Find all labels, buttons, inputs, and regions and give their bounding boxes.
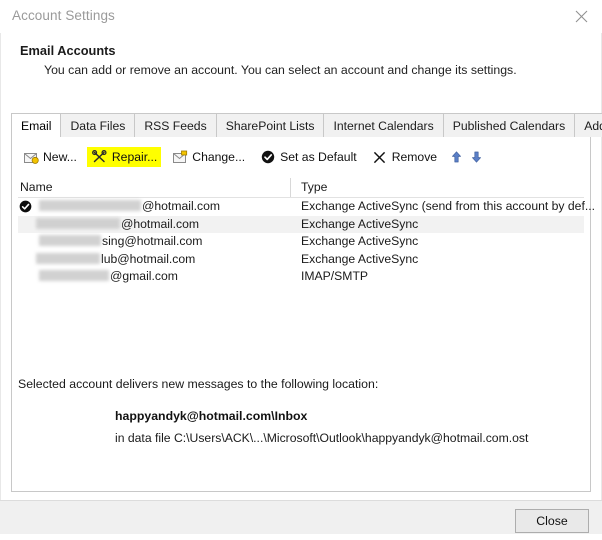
table-row[interactable]: @hotmail.com Exchange ActiveSync xyxy=(18,215,584,233)
account-type: Exchange ActiveSync xyxy=(301,251,419,266)
change-account-icon xyxy=(171,149,188,165)
tab-label: Data Files xyxy=(70,118,126,133)
toolbar-item-label: Repair... xyxy=(111,150,158,164)
table-row[interactable]: sing@hotmail.com Exchange ActiveSync xyxy=(18,233,584,251)
redacted-text xyxy=(36,217,120,229)
tab-strip: Email Data Files RSS Feeds SharePoint Li… xyxy=(11,113,602,138)
tab-label: Address Books xyxy=(584,118,602,133)
tab-label: SharePoint Lists xyxy=(225,118,315,133)
window-edge-left xyxy=(0,0,1,540)
account-name-suffix: sing@hotmail.com xyxy=(102,234,203,248)
table-row[interactable]: @gmail.com IMAP/SMTP xyxy=(18,268,584,286)
tab-label: Email xyxy=(21,118,52,133)
account-name: @hotmail.com xyxy=(36,217,199,232)
arrow-up-icon[interactable] xyxy=(447,147,465,167)
change-account-button[interactable]: Change... xyxy=(167,147,249,167)
delivery-location-label: Selected account delivers new messages t… xyxy=(18,377,379,391)
table-row[interactable]: lub@hotmail.com Exchange ActiveSync xyxy=(18,251,584,269)
delivery-location-value: happyandyk@hotmail.com\Inbox xyxy=(115,409,308,423)
tab-sharepoint-lists[interactable]: SharePoint Lists xyxy=(215,113,325,137)
check-circle-icon xyxy=(259,149,276,165)
default-account-check-icon xyxy=(19,200,32,213)
close-button[interactable]: Close xyxy=(515,509,589,533)
table-row[interactable]: @hotmail.com Exchange ActiveSync (send f… xyxy=(18,198,595,216)
new-mail-icon xyxy=(22,149,39,165)
toolbar-item-label: Change... xyxy=(192,150,246,164)
page-title: Email Accounts xyxy=(20,43,116,58)
account-name: lub@hotmail.com xyxy=(36,252,195,267)
arrow-down-icon[interactable] xyxy=(467,147,485,167)
accounts-list[interactable]: Name Type @hotmail.com Exchange ActiveSy… xyxy=(18,178,595,328)
account-name-suffix: @hotmail.com xyxy=(121,216,200,231)
tab-label: RSS Feeds xyxy=(144,118,207,133)
redacted-text xyxy=(39,200,141,211)
account-name: @hotmail.com xyxy=(39,199,220,214)
new-account-button[interactable]: New... xyxy=(18,147,81,167)
tab-internet-calendars[interactable]: Internet Calendars xyxy=(323,113,444,137)
toolbar-item-label: Set as Default xyxy=(280,150,357,164)
window-title: Account Settings xyxy=(12,8,115,23)
tab-rss-feeds[interactable]: RSS Feeds xyxy=(134,113,217,137)
tab-label: Published Calendars xyxy=(452,118,566,133)
account-name-suffix: lub@hotmail.com xyxy=(101,251,196,266)
redacted-text xyxy=(36,252,100,264)
account-type: Exchange ActiveSync xyxy=(301,216,419,231)
tab-data-files[interactable]: Data Files xyxy=(60,113,136,137)
accounts-toolbar: New... Repair... Change... Set as Defaul… xyxy=(12,145,590,169)
account-name-suffix: @gmail.com xyxy=(110,269,178,283)
account-type: Exchange ActiveSync xyxy=(301,234,419,248)
account-name: sing@hotmail.com xyxy=(39,234,202,249)
account-name: @gmail.com xyxy=(39,269,178,284)
repair-button[interactable]: Repair... xyxy=(86,147,162,167)
repair-tools-icon xyxy=(91,149,108,165)
title-bar: Account Settings xyxy=(0,0,602,33)
close-x-icon[interactable] xyxy=(568,4,594,28)
delivery-data-file-path: in data file C:\Users\ACK\...\Microsoft\… xyxy=(115,431,529,445)
tab-email[interactable]: Email xyxy=(11,113,62,138)
toolbar-item-label: New... xyxy=(43,150,77,164)
column-divider[interactable] xyxy=(290,178,291,197)
tab-label: Internet Calendars xyxy=(333,118,434,133)
account-type: IMAP/SMTP xyxy=(301,269,369,283)
column-header-type[interactable]: Type xyxy=(301,180,327,194)
account-settings-dialog: Account Settings Email Accounts You can … xyxy=(0,0,602,540)
remove-account-button[interactable]: Remove xyxy=(367,147,441,167)
account-name-suffix: @hotmail.com xyxy=(142,199,221,213)
remove-x-icon xyxy=(371,149,388,165)
page-description: You can add or remove an account. You ca… xyxy=(44,63,517,77)
toolbar-item-label: Remove xyxy=(391,150,438,164)
redacted-text xyxy=(39,270,109,281)
redacted-text xyxy=(39,235,101,246)
accounts-list-header: Name Type xyxy=(18,178,584,198)
clipped-background-text xyxy=(0,534,602,540)
email-tab-panel: New... Repair... Change... Set as Defaul… xyxy=(11,137,595,492)
tab-published-calendars[interactable]: Published Calendars xyxy=(442,113,576,137)
tab-address-books[interactable]: Address Books xyxy=(574,113,602,137)
account-type: Exchange ActiveSync (send from this acco… xyxy=(301,199,596,213)
set-as-default-button[interactable]: Set as Default xyxy=(255,147,361,167)
column-header-name[interactable]: Name xyxy=(20,180,53,194)
